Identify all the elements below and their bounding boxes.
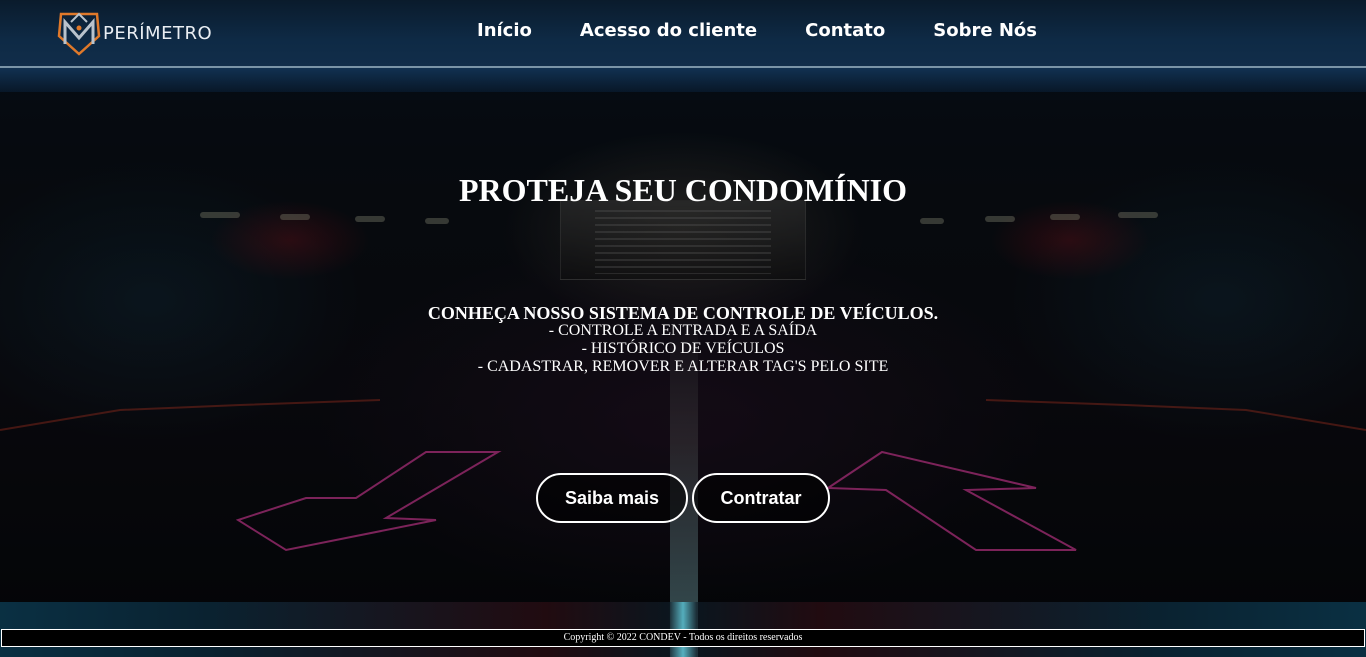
brand-name: PERÍMETRO xyxy=(103,22,213,44)
brand-logo[interactable]: PERÍMETRO xyxy=(55,10,212,56)
site-header: PERÍMETRO Início Acesso do cliente Conta… xyxy=(0,0,1366,68)
feature-item: - HISTÓRICO DE VEÍCULOS xyxy=(581,340,785,357)
nav-item-sobre-nos[interactable]: Sobre Nós xyxy=(933,20,1037,41)
hero-title: PROTEJA SEU CONDOMÍNIO xyxy=(458,172,908,208)
neon-arrow-right-icon xyxy=(826,450,1077,551)
header-band xyxy=(0,68,1366,92)
hero-description: CONHEÇA NOSSO SISTEMA DE CONTROLE DE VEÍ… xyxy=(0,304,1366,376)
hero-lead: CONHEÇA NOSSO SISTEMA DE CONTROLE DE VEÍ… xyxy=(427,303,939,323)
saiba-mais-button[interactable]: Saiba mais xyxy=(536,473,688,523)
nav-item-inicio[interactable]: Início xyxy=(477,20,532,41)
copyright-text: Copyright © 2022 CONDEV - Todos os direi… xyxy=(563,632,803,643)
feature-item: - CADASTRAR, REMOVER E ALTERAR TAG'S PEL… xyxy=(477,358,889,375)
hero-actions: Saiba mais Contratar xyxy=(536,473,830,523)
nav-item-contato[interactable]: Contato xyxy=(805,20,885,41)
neon-arrow-left-icon xyxy=(236,451,502,552)
main-nav: Início Acesso do cliente Contato Sobre N… xyxy=(477,20,1085,41)
feature-item: - CONTROLE A ENTRADA E A SAÍDA xyxy=(548,322,818,339)
site-footer: Copyright © 2022 CONDEV - Todos os direi… xyxy=(1,629,1365,647)
nav-item-acesso-do-cliente[interactable]: Acesso do cliente xyxy=(580,20,757,41)
contratar-button[interactable]: Contratar xyxy=(692,473,830,523)
shield-m-logo-icon xyxy=(57,12,101,56)
